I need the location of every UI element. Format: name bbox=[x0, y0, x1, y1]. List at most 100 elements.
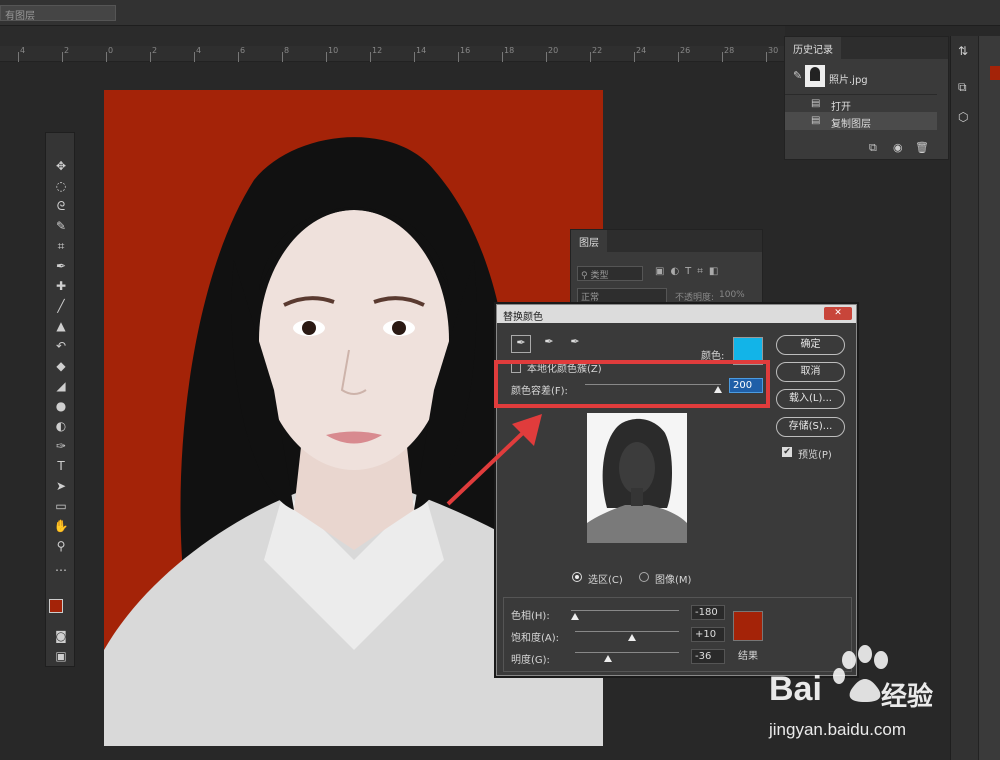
document-icon: ▤ bbox=[811, 98, 821, 109]
ruler-tick-label: 26 bbox=[677, 46, 691, 62]
rectangle-tool-icon[interactable]: ▭ bbox=[50, 497, 72, 515]
hand-tool-icon[interactable]: ✋ bbox=[50, 517, 72, 535]
image-radio-label: 图像(M) bbox=[655, 575, 692, 586]
ruler-tick-label: 8 bbox=[281, 46, 290, 62]
trash-icon[interactable]: 🗑 bbox=[915, 141, 929, 154]
saturation-slider-thumb[interactable] bbox=[628, 634, 637, 641]
watermark-brand-suffix: 经验 bbox=[881, 682, 934, 712]
watermark-url: jingyan.baidu.com bbox=[769, 720, 907, 739]
lightness-slider-thumb[interactable] bbox=[604, 655, 613, 662]
quick-mask-icon[interactable]: ◙ bbox=[50, 627, 72, 645]
blur-tool-icon[interactable]: ● bbox=[50, 397, 72, 415]
path-select-tool-icon[interactable]: ➤ bbox=[50, 477, 72, 495]
layer-filter-icons[interactable]: ▣◐T⌗◧ bbox=[655, 266, 724, 277]
layer-filter-select[interactable]: ⚲ 类型 bbox=[577, 266, 643, 281]
add-to-sample-eyedropper-icon[interactable]: ✒ bbox=[539, 335, 559, 353]
options-bar: 有图层 bbox=[0, 0, 1000, 26]
ruler-tick-label: 2 bbox=[149, 46, 158, 62]
ruler-tick-label: 4 bbox=[193, 46, 202, 62]
collapsed-panels bbox=[978, 36, 1000, 760]
camera-snapshot-icon[interactable]: ◉ bbox=[893, 141, 903, 154]
ruler-tick-label: 16 bbox=[457, 46, 471, 62]
ruler-tick-label: 4 bbox=[17, 46, 26, 62]
ruler-tick-label: 14 bbox=[413, 46, 427, 62]
blend-mode-select[interactable]: 正常 bbox=[577, 288, 667, 303]
hue-label: 色相(H): bbox=[511, 611, 550, 622]
ruler-tick-label: 0 bbox=[105, 46, 114, 62]
horizontal-ruler: 4 2 0 2 4 6 8 10 12 14 16 18 20 22 24 26 28 30 bbox=[0, 46, 785, 62]
tab-history[interactable]: 历史记录 bbox=[785, 37, 841, 60]
eyedropper-tool-icon[interactable]: ✒ bbox=[50, 257, 72, 275]
healing-brush-tool-icon[interactable]: ✚ bbox=[50, 277, 72, 295]
selection-preview bbox=[587, 413, 687, 543]
save-button[interactable]: 存储(S)... bbox=[776, 417, 845, 437]
swatches-panel-icon[interactable]: ⧉ bbox=[958, 80, 967, 95]
hue-input[interactable]: -180 bbox=[691, 605, 725, 620]
ruler-tick-label: 24 bbox=[633, 46, 647, 62]
snapshot-label[interactable]: 照片.jpg bbox=[829, 71, 868, 86]
pen-tool-icon[interactable]: ✑ bbox=[50, 437, 72, 455]
opacity-label: 不透明度: bbox=[675, 293, 715, 303]
move-tool-icon[interactable]: ✥ bbox=[50, 157, 72, 175]
ruler-tick-label: 2 bbox=[61, 46, 70, 62]
eraser-tool-icon[interactable]: ◆ bbox=[50, 357, 72, 375]
saturation-input[interactable]: +10 bbox=[691, 627, 725, 642]
ok-button[interactable]: 确定 bbox=[776, 335, 845, 355]
screen-mode-icon[interactable]: ▣ bbox=[50, 647, 72, 665]
close-icon[interactable]: ✕ bbox=[824, 307, 852, 320]
saturation-label: 饱和度(A): bbox=[511, 633, 560, 644]
ruler-tick-label: 6 bbox=[237, 46, 246, 62]
image-radio[interactable] bbox=[639, 572, 649, 582]
document-tab-strip bbox=[0, 26, 785, 46]
zoom-tool-icon[interactable]: ⚲ bbox=[50, 537, 72, 555]
history-panel: 历史记录 ✎ 照片.jpg ▤ 打开 ▤ 复制图层 ⧉ ◉ 🗑 bbox=[784, 36, 949, 160]
foreground-color-swatch[interactable] bbox=[49, 599, 63, 613]
document-icon: ▤ bbox=[811, 115, 821, 126]
hue-slider-track[interactable] bbox=[571, 610, 679, 611]
lightness-slider-track[interactable] bbox=[575, 652, 679, 653]
history-tab-bar: 历史记录 bbox=[785, 37, 948, 60]
subtract-from-sample-eyedropper-icon[interactable]: ✒ bbox=[565, 335, 585, 353]
history-state-duplicate-layer[interactable]: ▤ 复制图层 bbox=[785, 112, 937, 130]
marquee-tool-icon[interactable]: ◌ bbox=[50, 177, 72, 195]
layer-select[interactable]: 有图层 bbox=[0, 5, 116, 22]
history-brush-tool-icon[interactable]: ↶ bbox=[50, 337, 72, 355]
layers-tab-bar: 图层 bbox=[571, 230, 762, 253]
selection-radio[interactable] bbox=[572, 572, 582, 582]
history-state-open[interactable]: ▤ 打开 bbox=[785, 94, 937, 113]
type-tool-icon[interactable]: T bbox=[50, 457, 72, 475]
stamp-tool-icon[interactable]: ▲ bbox=[50, 317, 72, 335]
quick-select-tool-icon[interactable]: ✎ bbox=[50, 217, 72, 235]
hue-slider-thumb[interactable] bbox=[571, 613, 579, 620]
tools-panel: ✥ ◌ ᘓ ✎ ⌗ ✒ ✚ ╱ ▲ ↶ ◆ ◢ ● ◐ ✑ T ➤ ▭ ✋ ⚲ … bbox=[45, 132, 75, 667]
saturation-slider-track[interactable] bbox=[575, 631, 679, 632]
more-tools-icon[interactable]: ⋯ bbox=[50, 561, 72, 579]
ruler-tick-label: 18 bbox=[501, 46, 515, 62]
load-button[interactable]: 载入(L)... bbox=[776, 389, 845, 409]
snapshot-thumbnail bbox=[805, 65, 825, 87]
crop-tool-icon[interactable]: ⌗ bbox=[50, 237, 72, 255]
eyedropper-icon[interactable]: ✒ bbox=[511, 335, 531, 353]
new-document-from-state-icon[interactable]: ⧉ bbox=[869, 141, 877, 155]
tab-layers[interactable]: 图层 bbox=[571, 230, 607, 253]
preview-label: 预览(P) bbox=[798, 450, 832, 461]
ruler-tick-label: 28 bbox=[721, 46, 735, 62]
ruler-tick-label: 12 bbox=[369, 46, 383, 62]
paint-bucket-tool-icon[interactable]: ◢ bbox=[50, 377, 72, 395]
3d-panel-icon[interactable]: ⬡ bbox=[958, 110, 968, 124]
dodge-tool-icon[interactable]: ◐ bbox=[50, 417, 72, 435]
selection-radio-label: 选区(C) bbox=[588, 575, 623, 586]
color-panel-swatch[interactable] bbox=[990, 66, 1000, 80]
preview-checkbox[interactable]: ✔ bbox=[782, 447, 792, 457]
cancel-button[interactable]: 取消 bbox=[776, 362, 845, 382]
ruler-tick-label: 22 bbox=[589, 46, 603, 62]
brush-tool-icon[interactable]: ╱ bbox=[50, 297, 72, 315]
lightness-input[interactable]: -36 bbox=[691, 649, 725, 664]
watermark-brand: Bai bbox=[769, 670, 822, 708]
history-panel-icon[interactable]: ⇅ bbox=[958, 44, 968, 58]
result-color-swatch[interactable] bbox=[733, 611, 763, 641]
baidu-jingyan-watermark: Bai 经验 jingyan.baidu.com bbox=[745, 640, 960, 750]
opacity-value[interactable]: 100% bbox=[719, 290, 745, 300]
ruler-tick-label: 30 bbox=[765, 46, 779, 62]
lasso-tool-icon[interactable]: ᘓ bbox=[50, 197, 72, 215]
